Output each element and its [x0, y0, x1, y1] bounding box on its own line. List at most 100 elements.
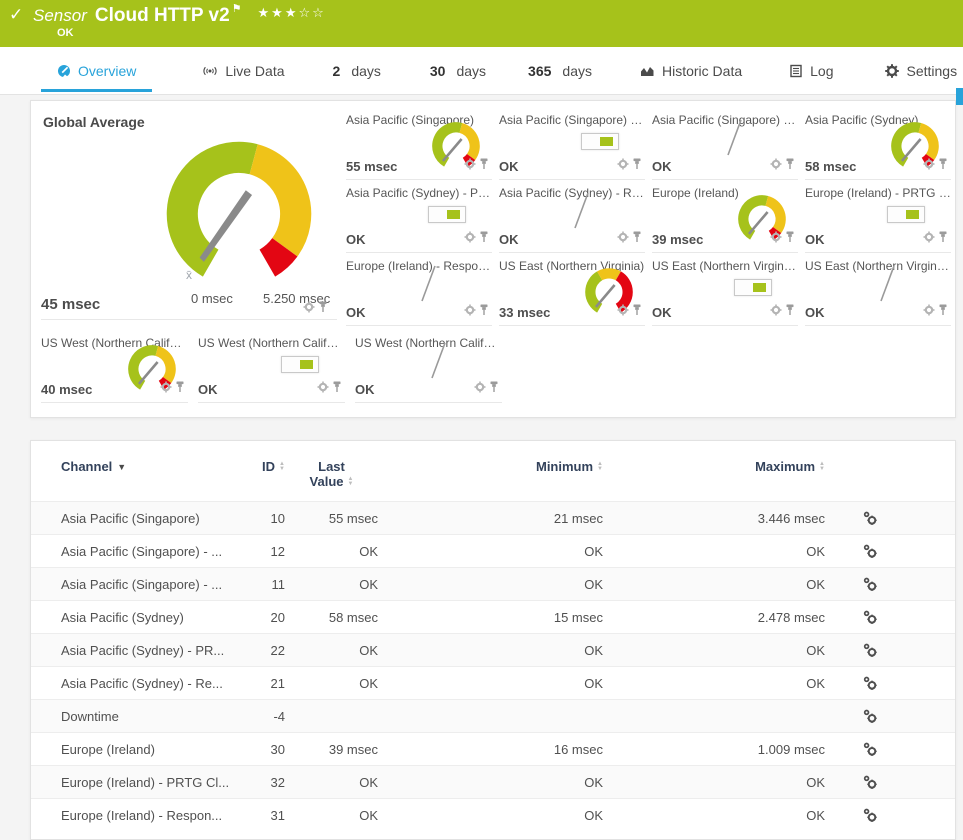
tile-gear-icon[interactable]	[923, 231, 935, 243]
table-row[interactable]: Asia Pacific (Singapore) 10 55 msec 21 m…	[31, 501, 955, 534]
channel-tile-title: Europe (Ireland) - PRTG Cloud...	[805, 186, 951, 200]
tile-pin-icon[interactable]	[786, 158, 794, 170]
tile-pin-icon[interactable]	[490, 381, 498, 393]
needle-indicator	[418, 263, 440, 310]
channel-tile[interactable]: US East (Northern Virginia) 33 msec	[499, 253, 645, 326]
table-row[interactable]: Europe (Ireland) - Respon... 31 OK OK OK	[31, 798, 955, 831]
column-header-minimum[interactable]: Minimum ▲ ▼	[378, 459, 603, 474]
channel-tile[interactable]: Europe (Ireland) - PRTG Cloud... OK	[805, 180, 951, 253]
channel-tile[interactable]: Asia Pacific (Sydney) - PRTG ... OK	[346, 180, 492, 253]
cell-maximum: OK	[806, 807, 825, 823]
channel-settings-icon[interactable]	[863, 544, 878, 559]
tab-log[interactable]: Log	[789, 47, 833, 94]
tile-pin-icon[interactable]	[333, 381, 341, 393]
channel-settings-icon[interactable]	[863, 610, 878, 625]
table-row[interactable]: Asia Pacific (Singapore) - ... 12 OK OK …	[31, 534, 955, 567]
channel-tile[interactable]: Asia Pacific (Singapore) - PR... OK	[499, 107, 645, 180]
tile-pin-icon[interactable]	[480, 231, 488, 243]
tile-pin-icon[interactable]	[633, 304, 641, 316]
global-average-tile[interactable]: Global Average x̄ 0 msec 5.250 msec 45 m…	[41, 101, 337, 320]
tile-gear-icon[interactable]	[770, 158, 782, 170]
tile-gear-icon[interactable]	[317, 381, 329, 393]
tile-gear-icon[interactable]	[303, 301, 315, 313]
channel-tile[interactable]: Europe (Ireland) - Response C... OK	[346, 253, 492, 326]
tile-gear-icon[interactable]	[464, 158, 476, 170]
channel-tile[interactable]: Asia Pacific (Singapore) - Res... OK	[652, 107, 798, 180]
channel-tile[interactable]: US West (Northern California) 40 msec	[41, 330, 188, 403]
channel-tile[interactable]: US East (Northern Virginia) - ... OK	[805, 253, 951, 326]
tile-pin-icon[interactable]	[633, 231, 641, 243]
gauge-icon	[58, 64, 70, 78]
global-average-title: Global Average	[43, 114, 145, 130]
table-row[interactable]: Downtime -4	[31, 699, 955, 732]
tile-gear-icon[interactable]	[464, 231, 476, 243]
table-row[interactable]: Europe (Ireland) - PRTG Cl... 32 OK OK O…	[31, 765, 955, 798]
tile-pin-icon[interactable]	[939, 158, 947, 170]
channel-settings-icon[interactable]	[863, 709, 878, 724]
cell-minimum: OK	[584, 807, 603, 823]
tab-365-days[interactable]: 365 days	[528, 47, 592, 94]
tile-pin-icon[interactable]	[633, 158, 641, 170]
tile-pin-icon[interactable]	[939, 304, 947, 316]
cell-last-value: OK	[359, 543, 378, 559]
tile-pin-icon[interactable]	[786, 304, 794, 316]
tile-gear-icon[interactable]	[923, 158, 935, 170]
column-header-channel[interactable]: Channel ▼	[61, 459, 251, 474]
column-header-id[interactable]: ID ▲ ▼	[251, 459, 285, 474]
channel-settings-icon[interactable]	[863, 577, 878, 592]
channel-tile[interactable]: Asia Pacific (Singapore) 55 msec	[346, 107, 492, 180]
channel-settings-icon[interactable]	[863, 742, 878, 757]
channel-tile[interactable]: US East (Northern Virginia) - ... OK	[652, 253, 798, 326]
column-header-maximum[interactable]: Maximum ▲ ▼	[603, 459, 825, 474]
cell-maximum: OK	[806, 675, 825, 691]
channel-tile-value: OK	[499, 232, 519, 247]
channel-settings-icon[interactable]	[863, 643, 878, 658]
tab-number: 365	[528, 62, 552, 79]
scrollbar-thumb[interactable]	[956, 88, 963, 105]
priority-stars[interactable]: ★★★☆☆	[258, 5, 326, 21]
tile-pin-icon[interactable]	[480, 304, 488, 316]
channel-tile[interactable]: US West (Northern California)... OK	[355, 330, 502, 403]
channel-tile[interactable]: Asia Pacific (Sydney) 58 msec	[805, 107, 951, 180]
channel-settings-icon[interactable]	[863, 775, 878, 790]
channel-tile[interactable]: US West (Northern California)... OK	[198, 330, 345, 403]
tile-pin-icon[interactable]	[786, 231, 794, 243]
tile-gear-icon[interactable]	[770, 304, 782, 316]
tab-historic-data[interactable]: Historic Data	[640, 47, 742, 94]
table-row[interactable]: Asia Pacific (Sydney) 20 58 msec 15 msec…	[31, 600, 955, 633]
tile-pin-icon[interactable]	[480, 158, 488, 170]
cell-minimum: OK	[584, 774, 603, 790]
channel-tile-value: 39 msec	[652, 232, 704, 247]
tile-pin-icon[interactable]	[176, 381, 184, 393]
channel-settings-icon[interactable]	[863, 511, 878, 526]
tile-gear-icon[interactable]	[617, 231, 629, 243]
tile-gear-icon[interactable]	[617, 304, 629, 316]
channel-tile[interactable]: Europe (Ireland) 39 msec	[652, 180, 798, 253]
channel-tile[interactable]: Asia Pacific (Sydney) - Respo... OK	[499, 180, 645, 253]
table-row[interactable]: Asia Pacific (Singapore) - ... 11 OK OK …	[31, 567, 955, 600]
table-row[interactable]: Asia Pacific (Sydney) - Re... 21 OK OK O…	[31, 666, 955, 699]
cell-channel: Asia Pacific (Sydney)	[61, 609, 184, 625]
tile-gear-icon[interactable]	[770, 231, 782, 243]
channel-settings-icon[interactable]	[863, 808, 878, 823]
tile-gear-icon[interactable]	[474, 381, 486, 393]
tab-overview[interactable]: Overview	[40, 47, 153, 94]
tile-gear-icon[interactable]	[160, 381, 172, 393]
column-header-last-value[interactable]: Last Value ▲ ▼	[285, 459, 378, 489]
tab-2-days[interactable]: 2 days	[333, 47, 381, 94]
cell-channel: Downtime	[61, 708, 119, 724]
sort-arrows-icon: ▲ ▼	[819, 460, 825, 472]
table-row[interactable]: Europe (Ireland) 30 39 msec 16 msec 1.00…	[31, 732, 955, 765]
tile-gear-icon[interactable]	[464, 304, 476, 316]
sort-caret-icon: ▼	[117, 461, 127, 472]
tile-pin-icon[interactable]	[319, 301, 327, 313]
tile-gear-icon[interactable]	[923, 304, 935, 316]
tab-30-days[interactable]: 30 days	[430, 47, 486, 94]
table-row[interactable]: Asia Pacific (Sydney) - PR... 22 OK OK O…	[31, 633, 955, 666]
channel-settings-icon[interactable]	[863, 676, 878, 691]
tile-gear-icon[interactable]	[617, 158, 629, 170]
tab-live-data[interactable]: Live Data	[202, 47, 285, 94]
tab-settings[interactable]: Settings	[885, 47, 957, 94]
tile-pin-icon[interactable]	[939, 231, 947, 243]
channel-tile-title: US East (Northern Virginia) - ...	[652, 259, 798, 273]
